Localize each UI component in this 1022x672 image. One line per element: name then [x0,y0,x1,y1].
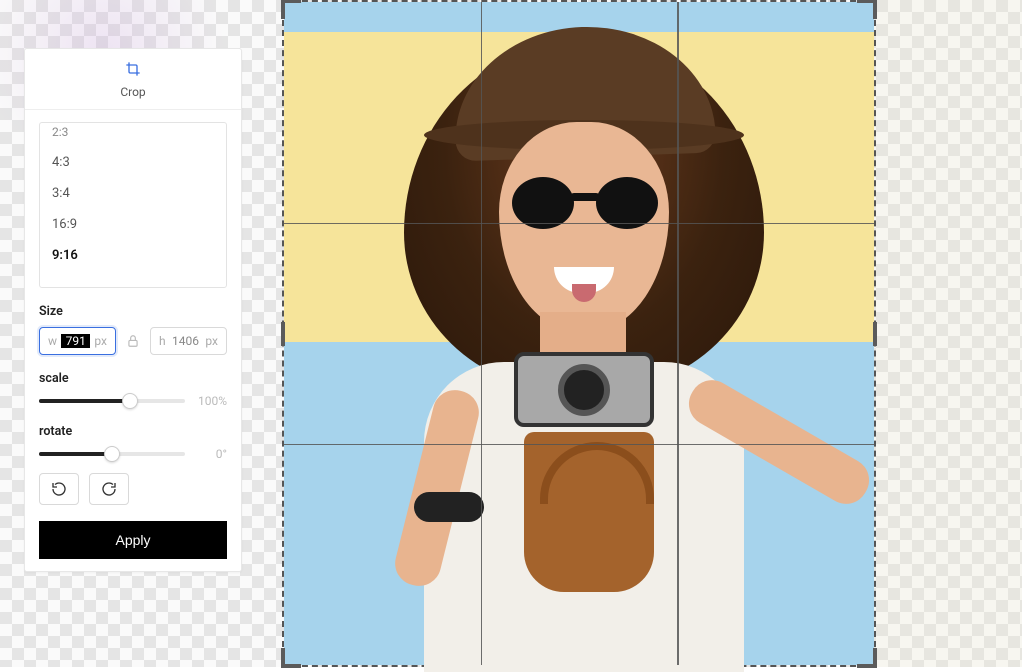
crop-grid-line [284,223,874,225]
height-input[interactable]: h 1406 px [150,327,227,355]
aspect-ratio-option[interactable]: 9:16 [40,240,226,271]
aspect-ratio-option[interactable]: 16:9 [40,209,226,240]
scale-value: 100% [193,394,227,408]
crop-handle-mid-right[interactable] [873,322,877,346]
apply-button[interactable]: Apply [39,521,227,559]
aspect-ratio-option[interactable]: 3:4 [40,178,226,209]
crop-handle-bottom-left[interactable] [281,664,301,668]
lock-icon[interactable] [126,334,140,348]
rotate-slider-thumb[interactable] [104,446,120,462]
height-unit: px [205,334,218,348]
crop-handle-bottom-right[interactable] [857,664,877,668]
decorative-band [874,0,1022,667]
scale-slider-thumb[interactable] [122,393,138,409]
rotate-slider[interactable] [39,452,185,456]
crop-grid-line [284,444,874,446]
crop-selection[interactable] [282,0,876,667]
height-value: 1406 [170,334,202,348]
crop-handle-top-left[interactable] [281,0,301,3]
size-label: Size [39,304,227,319]
width-value: 791 [61,334,90,348]
width-prefix: w [48,334,57,348]
rotate-label: rotate [39,424,227,439]
image-preview [284,2,874,665]
crop-panel: Crop 2:34:33:416:99:16 Size w 791 px h 1… [24,48,242,572]
aspect-ratio-option[interactable]: 2:3 [40,123,226,147]
rotate-ccw-button[interactable] [39,473,79,505]
scale-label: scale [39,371,227,386]
crop-grid-line [677,2,679,665]
rotate-value: 0° [193,447,227,461]
crop-handle-top-right[interactable] [857,0,877,3]
width-unit: px [94,334,107,348]
rotate-cw-button[interactable] [89,473,129,505]
crop-handle-mid-left[interactable] [281,322,285,346]
crop-icon [125,61,141,81]
crop-grid-line [481,2,483,665]
panel-title: Crop [120,85,145,99]
aspect-ratio-list[interactable]: 2:34:33:416:99:16 [39,122,227,288]
scale-slider[interactable] [39,399,185,403]
height-prefix: h [159,334,166,348]
width-input[interactable]: w 791 px [39,327,116,355]
aspect-ratio-option[interactable]: 4:3 [40,147,226,178]
panel-header: Crop [25,49,241,110]
